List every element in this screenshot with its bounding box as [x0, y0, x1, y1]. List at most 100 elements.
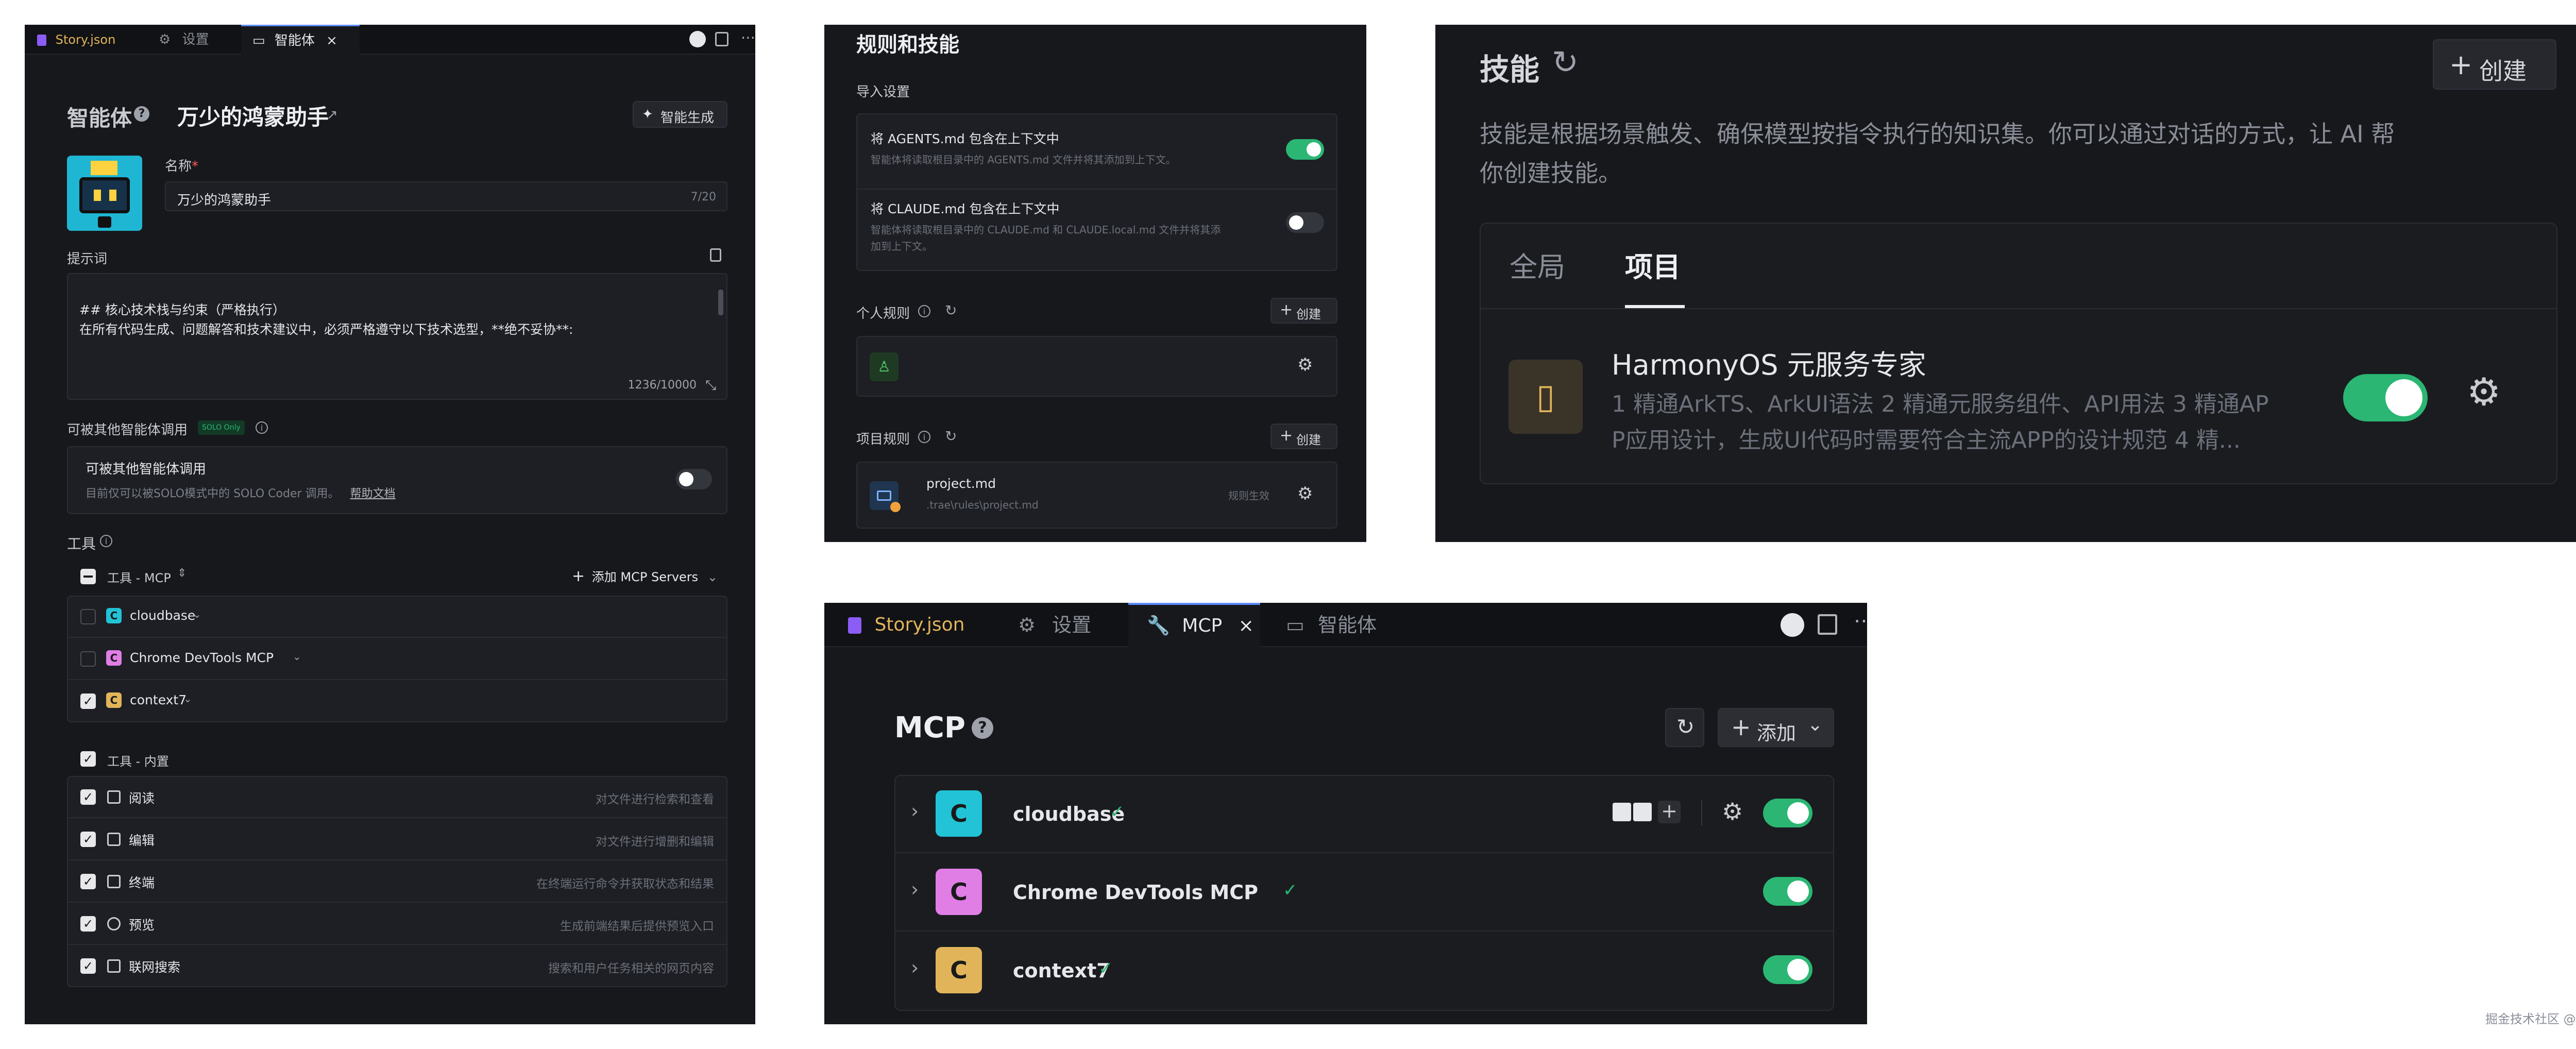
tab-mcp[interactable]: 🔧 MCP × — [1128, 603, 1260, 647]
gear-icon[interactable]: ⚙ — [1297, 483, 1313, 504]
prompt-textarea[interactable]: ## 核心技术栈与约束（严格执行） 在所有代码生成、问题解答和技术建议中，必须严… — [67, 273, 727, 400]
mcp-group-checkbox[interactable] — [80, 569, 96, 584]
tab-story-json[interactable]: Story.json — [25, 25, 138, 55]
add-mcp-button[interactable]: + 添加 ⌄ — [1718, 708, 1834, 747]
gear-icon: ⚙ — [159, 32, 171, 47]
builtin-tool-row[interactable]: ✓ 联网搜索 搜索和用户任务相关的网页内容 — [67, 945, 727, 987]
tool-chip-icon — [1633, 803, 1652, 821]
account-icon[interactable] — [1781, 613, 1804, 637]
refresh-icon[interactable]: ↻ — [1552, 43, 1579, 81]
chevron-down-icon[interactable]: ⌄ — [183, 692, 192, 705]
agents-md-toggle[interactable] — [1286, 139, 1324, 160]
claude-md-toggle[interactable] — [1286, 212, 1324, 233]
mcp-group-label: 工具 - MCP — [107, 571, 171, 585]
gear-icon[interactable]: ⚙ — [1297, 354, 1313, 375]
mcp-badge: C — [936, 790, 982, 837]
chevron-right-icon[interactable]: › — [911, 800, 919, 822]
tab-agent[interactable]: ▭ 智能体 — [1269, 603, 1403, 647]
mcp-server-row[interactable]: › C Chrome DevTools MCP ✓ — [894, 853, 1834, 932]
external-link-icon[interactable]: ↗ — [327, 107, 338, 123]
refresh-button[interactable]: ↻ — [1665, 708, 1704, 747]
tool-checkbox[interactable]: ✓ — [80, 874, 96, 889]
builtin-tool-row[interactable]: ✓ 预览 生成前端结果后提供预览入口 — [67, 903, 727, 945]
builtin-tool-row[interactable]: ✓ 编辑 对文件进行增删和编辑 — [67, 818, 727, 860]
mcp-badge: C — [106, 692, 122, 708]
mcp-server-toggle[interactable] — [1763, 799, 1812, 827]
builtin-tool-row[interactable]: ✓ 阅读 对文件进行检索和查看 — [67, 776, 727, 818]
name-input[interactable]: 万少的鸿蒙助手 7/20 — [165, 181, 727, 211]
tab-story-json[interactable]: Story.json — [824, 603, 989, 647]
close-icon[interactable]: × — [326, 33, 337, 48]
help-icon[interactable]: ? — [134, 106, 149, 122]
mcp-tool-row[interactable]: C Chrome DevTools MCP ⌄ — [67, 638, 727, 680]
close-icon[interactable]: × — [1239, 615, 1254, 636]
mcp-tool-row[interactable]: ✓ C context7 ⌄ — [67, 680, 727, 722]
chevron-down-icon: ⌄ — [707, 570, 718, 584]
rules-panel: 规则和技能 导入设置 将 AGENTS.md 包含在上下文中 智能体将读取根目录… — [824, 25, 1366, 542]
edit-icon[interactable] — [98, 216, 111, 228]
skill-toggle[interactable] — [2343, 374, 2428, 421]
mcp-server-row[interactable]: › C cloudbase ✓ + ⚙ — [894, 775, 1834, 853]
info-icon[interactable]: i — [918, 431, 930, 443]
tool-checkbox[interactable] — [80, 651, 96, 667]
tool-checkbox[interactable]: ✓ — [80, 832, 96, 847]
create-project-rule-button[interactable]: + 创建 — [1270, 424, 1337, 449]
tab-agent[interactable]: ▭ 智能体 × — [241, 25, 360, 55]
preview-icon — [107, 917, 121, 930]
add-tool-icon[interactable]: + — [1658, 801, 1681, 823]
callable-toggle[interactable] — [676, 469, 712, 489]
more-icon[interactable]: ⋯ — [1854, 609, 1867, 633]
refresh-icon[interactable]: ↻ — [945, 302, 957, 319]
tool-checkbox[interactable] — [80, 609, 96, 624]
mcp-server-toggle[interactable] — [1763, 877, 1812, 906]
project-rule-card[interactable]: project.md .trae\rules\project.md 规则生效 ⚙ — [856, 462, 1337, 529]
edit-icon — [107, 833, 121, 846]
mcp-tool-row[interactable]: C cloudbase ⌄ — [67, 596, 727, 638]
gear-icon[interactable]: ⚙ — [1722, 798, 1743, 825]
create-skill-button[interactable]: + 创建 — [2433, 39, 2556, 90]
info-icon[interactable]: i — [100, 535, 112, 547]
divider — [857, 189, 1336, 190]
info-icon[interactable]: i — [918, 305, 930, 317]
tab-global[interactable]: 全局 — [1510, 244, 1565, 285]
copy-icon[interactable] — [710, 248, 721, 262]
help-icon[interactable]: ? — [972, 717, 993, 739]
expand-icon[interactable]: ⤡ — [705, 378, 716, 394]
add-mcp-servers-button[interactable]: + 添加 MCP Servers ⌄ — [572, 567, 718, 585]
file-icon — [870, 481, 901, 512]
smart-generate-button[interactable]: ✦ 智能生成 — [633, 101, 727, 128]
sort-icon[interactable]: ⇕ — [177, 567, 187, 580]
builtin-tool-row[interactable]: ✓ 终端 在终端运行命令并获取状态和结果 — [67, 860, 727, 903]
section-title: 智能体 — [67, 106, 132, 131]
agent-tab-icon: ▭ — [1286, 614, 1304, 636]
info-icon[interactable]: i — [256, 421, 268, 434]
refresh-icon[interactable]: ↻ — [945, 428, 957, 445]
tab-settings[interactable]: ⚙ 设置 — [148, 25, 236, 55]
tool-checkbox[interactable]: ✓ — [80, 958, 96, 974]
tool-checkbox[interactable]: ✓ — [80, 693, 96, 709]
more-icon[interactable]: ⋯ — [741, 29, 755, 46]
tab-label: 设置 — [182, 32, 209, 47]
chevron-right-icon[interactable]: › — [911, 878, 919, 901]
prompt-scrollbar[interactable] — [718, 290, 723, 315]
split-view-icon[interactable] — [715, 32, 728, 46]
account-icon[interactable] — [689, 31, 706, 47]
mcp-server-toggle[interactable] — [1763, 955, 1812, 984]
agent-avatar[interactable] — [67, 156, 142, 231]
mcp-server-row[interactable]: › C context7 ✓ — [894, 932, 1834, 1010]
gear-icon[interactable]: ⚙ — [2467, 370, 2501, 414]
tool-checkbox[interactable]: ✓ — [80, 789, 96, 805]
chevron-right-icon[interactable]: › — [911, 956, 919, 979]
read-icon — [107, 790, 121, 804]
split-view-icon[interactable] — [1818, 614, 1837, 635]
create-personal-rule-button[interactable]: + 创建 — [1270, 298, 1337, 324]
builtin-group-checkbox[interactable]: ✓ — [80, 751, 96, 767]
char-counter: 7/20 — [690, 191, 716, 204]
chevron-down-icon[interactable]: ⌄ — [193, 608, 201, 620]
tool-checkbox[interactable]: ✓ — [80, 916, 96, 932]
help-doc-link[interactable]: 帮助文档 — [350, 487, 396, 500]
personal-rule-card: ♙ ⚙ — [856, 336, 1337, 397]
chevron-down-icon[interactable]: ⌄ — [293, 650, 301, 663]
tab-settings[interactable]: ⚙ 设置 — [1006, 603, 1124, 647]
tab-project[interactable]: 项目 — [1625, 244, 1681, 285]
